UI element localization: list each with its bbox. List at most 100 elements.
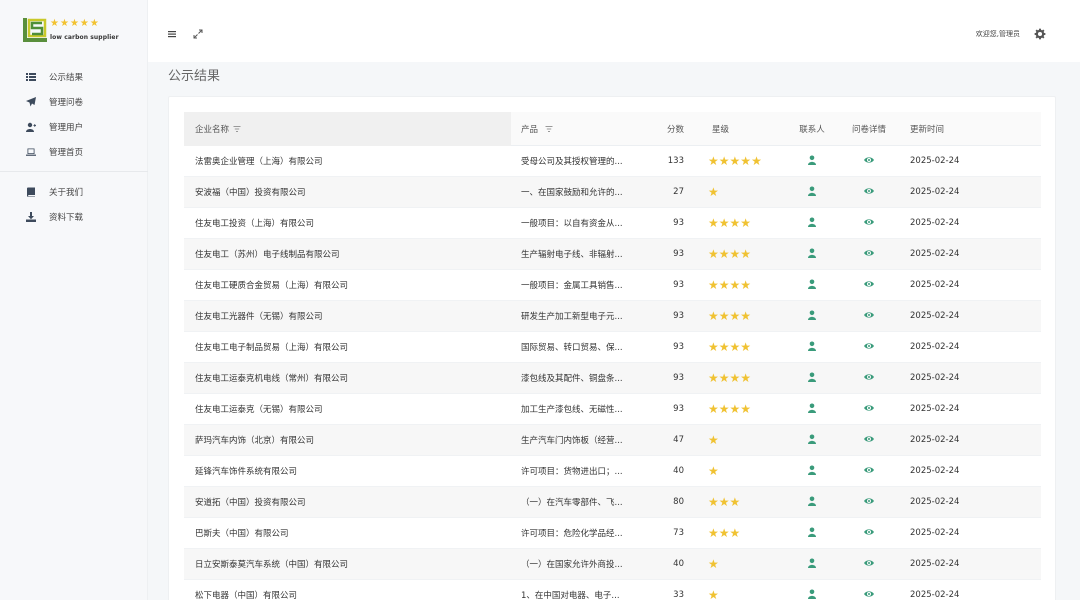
cell-detail xyxy=(840,248,898,261)
contact-person-icon[interactable] xyxy=(807,434,817,447)
cell-updated: 2025-02-24 xyxy=(910,373,960,383)
sidebar-item-users[interactable]: 管理用户 xyxy=(0,114,148,139)
star-icon: ★ xyxy=(718,309,730,323)
contact-person-icon[interactable] xyxy=(807,496,817,509)
table-row: 萨玛汽车内饰（北京）有限公司 生产汽车门内饰板（经营... 47 ★ 2025-02-2… xyxy=(184,425,1041,456)
cell-company: 法雷奥企业管理（上海）有限公司 xyxy=(195,157,323,167)
cell-company: 住友电工投资（上海）有限公司 xyxy=(195,219,315,229)
view-eye-icon[interactable] xyxy=(864,434,874,447)
view-eye-icon[interactable] xyxy=(864,186,874,199)
table-row: 住友电工运泰克（无锡）有限公司 加工生产漆包线、无磁性... 93 ★ ★ ★ ★ 2025-… xyxy=(184,394,1041,425)
cell-contact xyxy=(784,558,840,571)
cell-contact xyxy=(784,155,840,168)
gear-icon[interactable] xyxy=(1034,28,1046,40)
contact-person-icon[interactable] xyxy=(807,155,817,168)
filter-icon[interactable] xyxy=(233,125,241,133)
star-icon: ★ xyxy=(729,340,741,354)
contact-person-icon[interactable] xyxy=(807,310,817,323)
fullscreen-icon[interactable] xyxy=(192,28,204,40)
contact-person-icon[interactable] xyxy=(807,558,817,571)
cell-updated: 2025-02-24 xyxy=(910,156,960,166)
sidebar-item-about[interactable]: 关于我们 xyxy=(0,179,148,204)
view-eye-icon[interactable] xyxy=(864,279,874,292)
table-row: 日立安斯泰莫汽车系统（中国）有限公司 （一）在国家允许外商投... 40 ★ 2025-… xyxy=(184,549,1041,580)
contact-person-icon[interactable] xyxy=(807,403,817,416)
contact-person-icon[interactable] xyxy=(807,186,817,199)
view-eye-icon[interactable] xyxy=(864,558,874,571)
cell-product: 一般项目：以自有资金从... xyxy=(521,219,623,229)
contact-person-icon[interactable] xyxy=(807,341,817,354)
table-row: 住友电工（苏州）电子线制品有限公司 生产辐射电子线、非辐射... 93 ★ ★ ★ ★ 202… xyxy=(184,239,1041,270)
cell-score: 93 xyxy=(673,342,684,352)
sidebar-item-home[interactable]: 管理首页 xyxy=(0,139,148,164)
view-eye-icon[interactable] xyxy=(864,310,874,323)
view-eye-icon[interactable] xyxy=(864,341,874,354)
cell-score: 33 xyxy=(673,590,684,600)
contact-person-icon[interactable] xyxy=(807,217,817,230)
star-icon: ★ xyxy=(708,526,719,540)
view-eye-icon[interactable] xyxy=(864,372,874,385)
view-eye-icon[interactable] xyxy=(864,155,874,168)
sidebar-divider xyxy=(0,171,148,172)
column-header-product[interactable]: 产品 xyxy=(511,123,651,135)
cell-company: 住友电工电子制品贸易（上海）有限公司 xyxy=(195,343,349,353)
contact-person-icon[interactable] xyxy=(807,372,817,385)
laptop-icon xyxy=(24,145,37,158)
star-icon: ★ xyxy=(708,154,719,168)
page-title: 公示结果 xyxy=(168,69,221,84)
view-eye-icon[interactable] xyxy=(864,527,874,540)
cell-product: 生产汽车门内饰板（经营... xyxy=(521,436,623,446)
logo-mark-icon xyxy=(23,18,47,42)
cell-product: 一般项目：金属工具销售... xyxy=(521,281,623,291)
column-header-company[interactable]: 企业名称 xyxy=(184,111,511,146)
cell-updated: 2025-02-24 xyxy=(910,559,960,569)
filter-icon[interactable] xyxy=(545,125,553,133)
table-row: 住友电工投资（上海）有限公司 一般项目：以自有资金从... 93 ★ ★ ★ ★ 2025-0… xyxy=(184,208,1041,239)
star-icon: ★ xyxy=(708,340,719,354)
cell-company: 住友电工运泰克（无锡）有限公司 xyxy=(195,405,323,415)
table-row: 安波福（中国）投资有限公司 一、在国家鼓励和允许的... 27 ★ 2025-02-24 xyxy=(184,177,1041,208)
cell-contact xyxy=(784,248,840,261)
star-icon: ★ xyxy=(718,278,730,292)
star-icon: ★ xyxy=(740,371,752,385)
logo[interactable]: ★ ★ ★ ★ ★ low carbon supplier xyxy=(23,18,119,42)
welcome-text[interactable]: 欢迎您,管理员 xyxy=(976,29,1020,39)
star-icon: ★ xyxy=(708,495,719,509)
star-icon: ★ xyxy=(729,154,741,168)
sidebar-item-results[interactable]: 公示结果 xyxy=(0,64,148,89)
view-eye-icon[interactable] xyxy=(864,465,874,478)
star-icon: ★ xyxy=(50,18,59,29)
view-eye-icon[interactable] xyxy=(864,248,874,261)
contact-person-icon[interactable] xyxy=(807,248,817,261)
view-eye-icon[interactable] xyxy=(864,403,874,416)
cell-contact xyxy=(784,403,840,416)
view-eye-icon[interactable] xyxy=(864,217,874,230)
results-table: 企业名称 产品 分数 星级 联系人 问卷详情 更新时间 法雷奥企业管理（上海）有… xyxy=(184,111,1041,600)
cell-detail xyxy=(840,434,898,447)
cell-product: 加工生产漆包线、无磁性... xyxy=(521,405,623,415)
cell-stars: ★ ★ ★ xyxy=(688,496,784,508)
cell-company: 住友电工（苏州）电子线制品有限公司 xyxy=(195,250,340,260)
contact-person-icon[interactable] xyxy=(807,465,817,478)
view-eye-icon[interactable] xyxy=(864,589,874,600)
view-eye-icon[interactable] xyxy=(864,496,874,509)
menu-toggle-icon[interactable] xyxy=(166,28,178,40)
sidebar-item-download[interactable]: 资料下载 xyxy=(0,204,148,229)
sidebar-item-questionnaire[interactable]: 管理问卷 xyxy=(0,89,148,114)
download-icon xyxy=(24,210,37,223)
contact-person-icon[interactable] xyxy=(807,589,817,600)
star-icon: ★ xyxy=(729,371,741,385)
star-icon: ★ xyxy=(708,464,719,478)
cell-score: 27 xyxy=(673,187,684,197)
star-icon: ★ xyxy=(729,309,741,323)
star-icon: ★ xyxy=(708,371,719,385)
table-row: 延锋汽车饰件系统有限公司 许可项目：货物进出口；... 40 ★ 2025-02-24 xyxy=(184,456,1041,487)
contact-person-icon[interactable] xyxy=(807,527,817,540)
cell-contact xyxy=(784,310,840,323)
column-header-score: 分数 xyxy=(666,124,684,135)
cell-stars: ★ ★ ★ ★ xyxy=(688,403,784,415)
logo-stars: ★ ★ ★ ★ ★ xyxy=(50,18,119,30)
contact-person-icon[interactable] xyxy=(807,279,817,292)
star-icon: ★ xyxy=(718,402,730,416)
paper-plane-icon xyxy=(24,95,37,108)
